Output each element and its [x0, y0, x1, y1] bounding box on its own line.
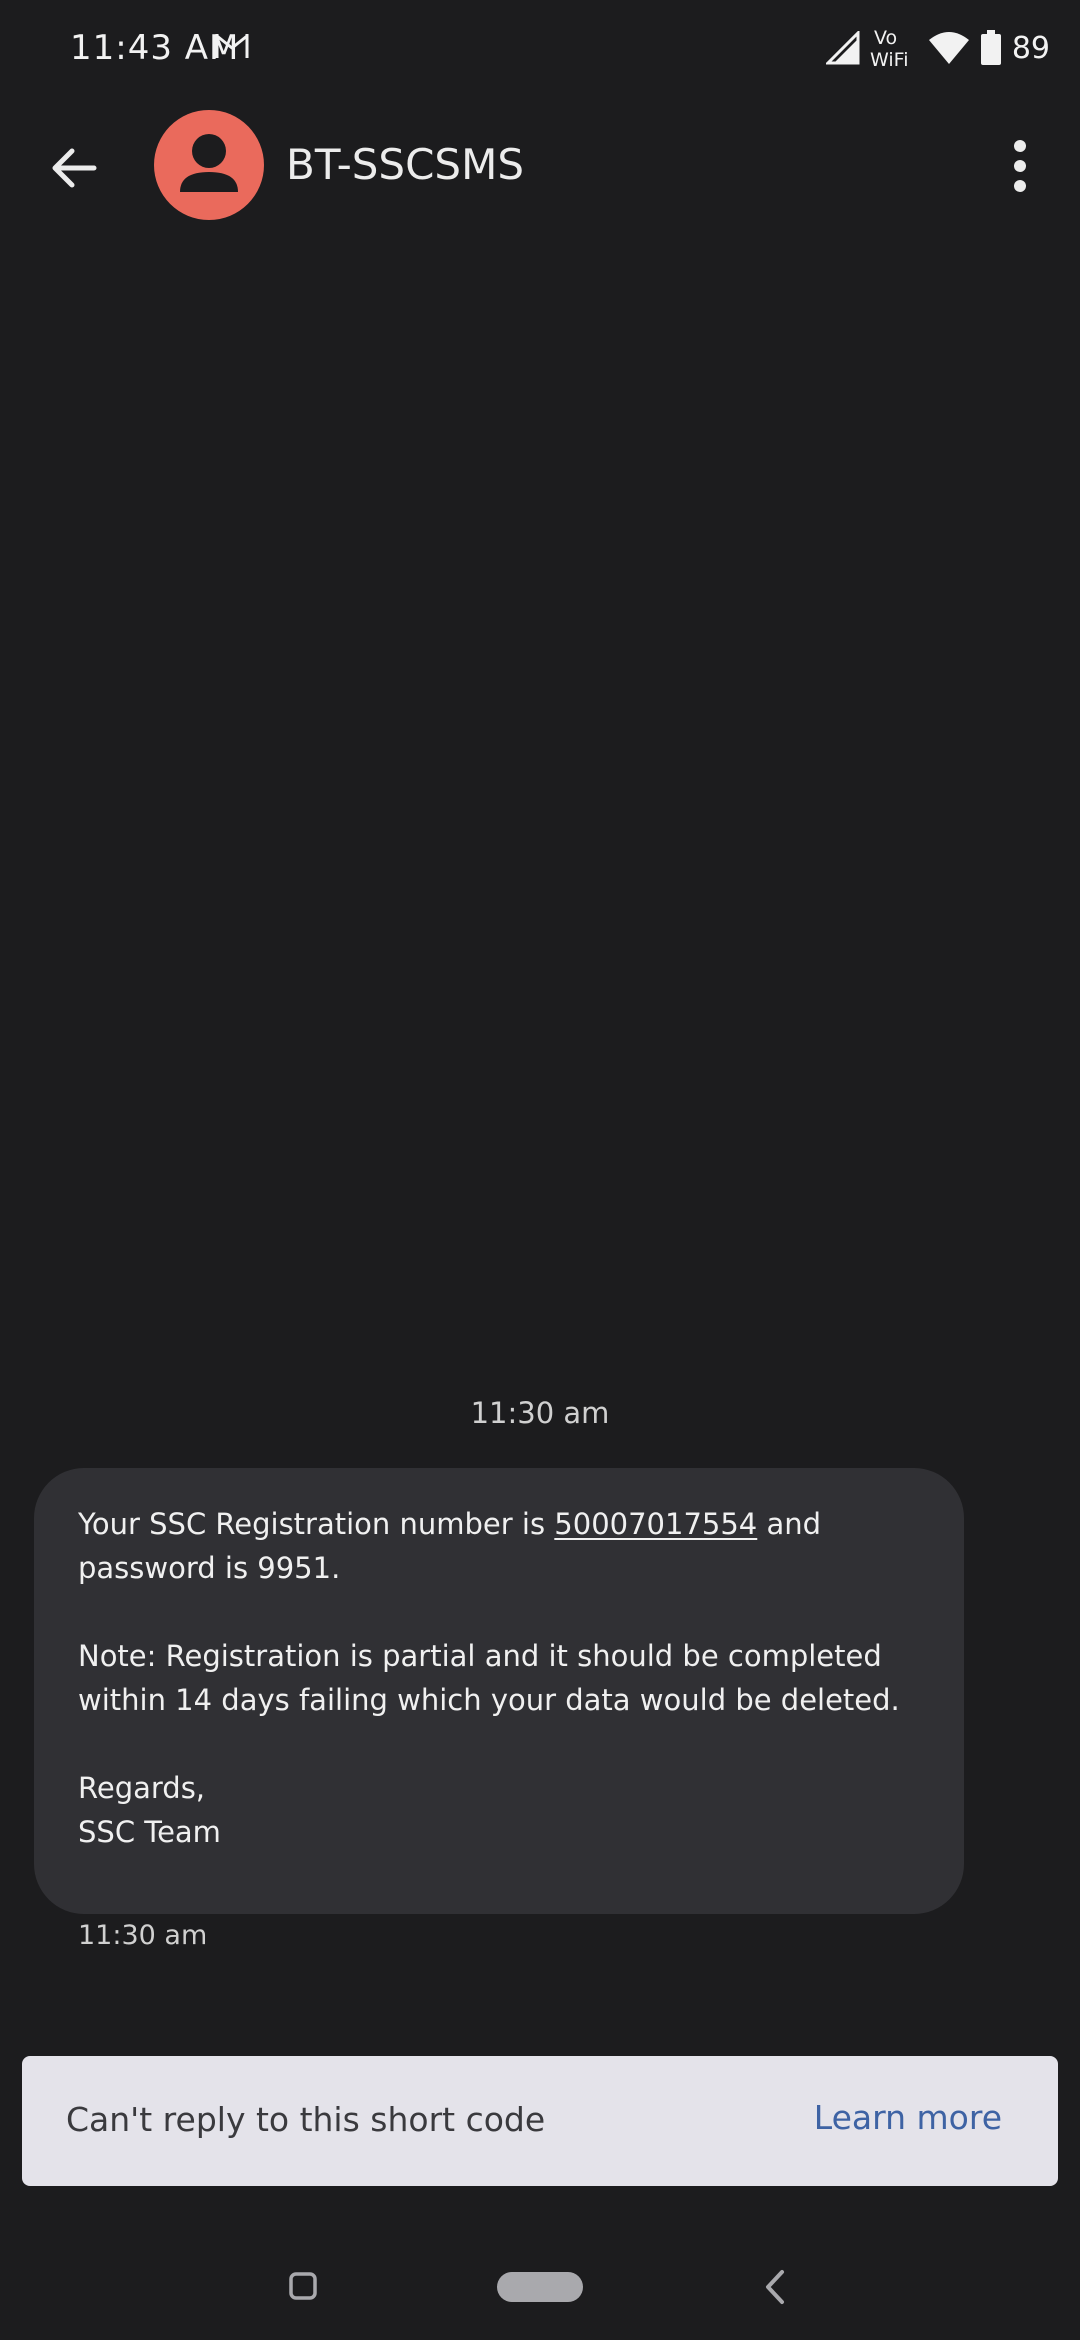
signal-icon	[825, 31, 860, 65]
back-arrow-icon[interactable]	[44, 138, 104, 198]
status-bar: 11:43 AM Vo WiFi 89	[0, 0, 1080, 100]
svg-text:WiFi: WiFi	[870, 49, 908, 70]
banner-text: Can't reply to this short code	[66, 2100, 546, 2139]
more-vert-icon[interactable]	[990, 134, 1050, 198]
message-time: 11:30 am	[78, 1920, 208, 1951]
conversation-timestamp: 11:30 am	[470, 1396, 610, 1430]
messages-screen: 11:43 AM Vo WiFi 89 BT-SSCSMS 11:30 am Y…	[0, 0, 1080, 2340]
contact-name[interactable]: BT-SSCSMS	[286, 140, 524, 189]
app-bar: BT-SSCSMS	[0, 110, 1080, 222]
message-signature: SSC Team	[78, 1815, 221, 1849]
home-pill-icon[interactable]	[497, 2272, 583, 2302]
recents-icon[interactable]	[288, 2271, 318, 2301]
svg-text:Vo: Vo	[874, 27, 897, 49]
vowifi-icon: Vo WiFi	[870, 27, 908, 70]
back-chevron-icon[interactable]	[760, 2268, 790, 2306]
navigation-bar	[0, 2230, 1080, 2340]
battery-level: 89	[1011, 30, 1050, 66]
gmail-icon	[215, 34, 249, 58]
contact-avatar[interactable]	[154, 110, 264, 220]
wifi-icon	[928, 32, 969, 64]
message-note: Note: Registration is partial and it sho…	[78, 1639, 900, 1717]
learn-more-link[interactable]: Learn more	[814, 2098, 1002, 2137]
message-regards: Regards,	[78, 1771, 206, 1805]
person-icon	[180, 134, 238, 192]
message-paragraph-credentials: Your SSC Registration number is 50007017…	[78, 1502, 920, 1590]
reply-disabled-banner: Can't reply to this short code Learn mor…	[22, 2056, 1058, 2186]
message-signoff: Regards, SSC Team	[78, 1766, 920, 1854]
status-icons: Vo WiFi 89	[825, 26, 1050, 70]
registration-number-link[interactable]: 50007017554	[554, 1507, 757, 1541]
message-text: Your SSC Registration number is	[78, 1507, 555, 1541]
battery-icon	[980, 30, 1001, 65]
message-bubble[interactable]: Your SSC Registration number is 50007017…	[34, 1468, 964, 1914]
